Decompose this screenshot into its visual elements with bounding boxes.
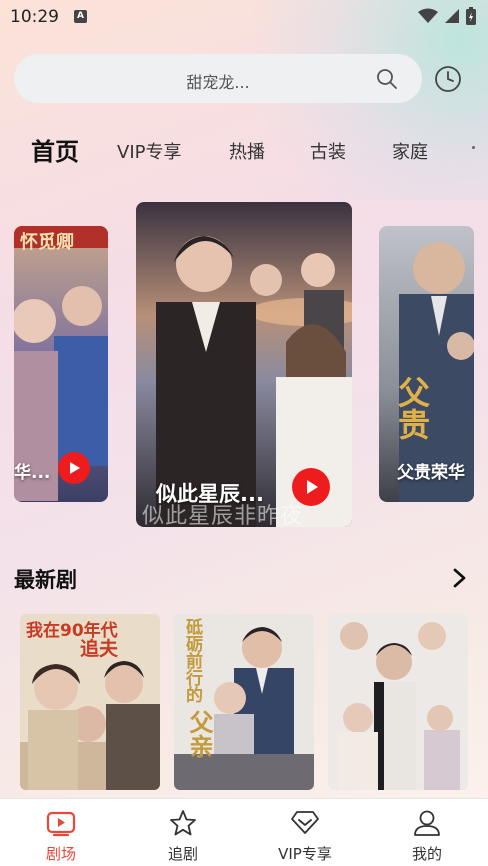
carousel-card-left[interactable]: 怀觅卿 华...	[14, 226, 108, 502]
poster-text: 怀觅卿	[20, 232, 74, 253]
search-placeholder: 甜宠龙...	[186, 73, 250, 92]
chevron-right-icon[interactable]	[452, 568, 468, 588]
tab-family[interactable]: 家庭	[392, 138, 428, 164]
nav-theater[interactable]: 剧场	[0, 799, 122, 866]
star-icon	[170, 810, 196, 836]
nav-label: 我的	[411, 845, 442, 863]
tab-overflow-indicator	[472, 146, 475, 149]
category-tabs: 首页 VIP专享 热播 古装 家庭	[0, 132, 488, 168]
user-icon	[414, 810, 440, 836]
nav-mine[interactable]: 我的	[366, 799, 488, 866]
drama-card[interactable]: 我在90年代 追夫	[20, 614, 160, 790]
status-icons	[418, 7, 476, 25]
carousel-card-center[interactable]: 似此星辰非昨夜 似此星辰...	[136, 202, 352, 527]
poster-text: 父贵	[393, 376, 431, 440]
tab-hot[interactable]: 热播	[229, 138, 265, 164]
play-button[interactable]	[292, 468, 330, 506]
nav-vip[interactable]: VIP专享	[244, 799, 366, 866]
search-bar[interactable]: 甜宠龙...	[14, 54, 422, 103]
poster-text: 追夫	[80, 638, 119, 660]
section-title-latest: 最新剧	[14, 568, 77, 592]
search-icon[interactable]	[376, 68, 398, 90]
poster-text: 父亲	[185, 710, 213, 758]
nav-label: 追剧	[167, 845, 198, 863]
tab-vip[interactable]: VIP专享	[117, 138, 181, 164]
status-bar: 10:29 A	[0, 0, 488, 34]
card-title: 似此星辰...	[156, 482, 264, 506]
drama-card[interactable]: 砥砺前行的 父亲	[174, 614, 314, 790]
poster-image	[328, 614, 468, 790]
card-title: 父贵荣华	[397, 463, 465, 483]
card-title: 华...	[14, 463, 51, 483]
play-icon	[307, 480, 318, 494]
play-button[interactable]	[58, 452, 90, 484]
history-icon[interactable]	[434, 65, 462, 93]
play-icon	[70, 462, 80, 474]
nav-label: VIP专享	[278, 845, 332, 863]
bottom-nav: 剧场 追剧 VIP专享 我的	[0, 798, 488, 866]
carousel-card-right[interactable]: 父贵 父贵荣华	[379, 226, 474, 502]
nav-label: 剧场	[45, 845, 76, 863]
wifi-icon	[418, 8, 438, 23]
status-time: 10:29	[10, 7, 59, 27]
nav-follow[interactable]: 追剧	[122, 799, 244, 866]
tab-costume[interactable]: 古装	[310, 138, 346, 164]
poster-text: 砥砺前行的	[182, 618, 202, 703]
video-icon	[46, 811, 76, 837]
drama-card[interactable]	[328, 614, 468, 790]
signal-icon	[445, 9, 459, 23]
tab-home[interactable]: 首页	[31, 132, 79, 167]
notification-icon: A	[74, 10, 87, 23]
battery-icon	[466, 7, 476, 25]
diamond-icon	[291, 811, 319, 834]
